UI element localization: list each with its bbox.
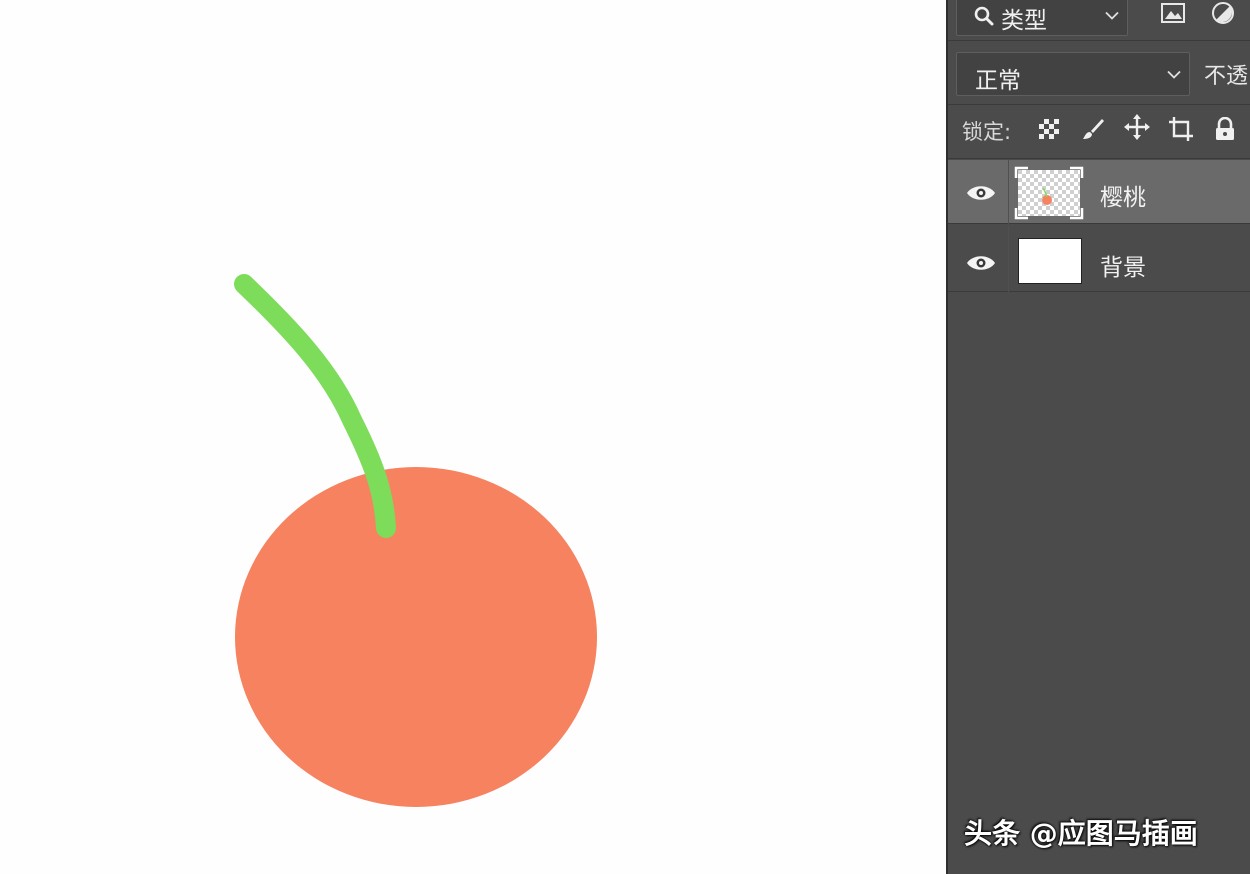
lock-image-pixels-brush-icon[interactable] (1078, 114, 1108, 144)
image-layer-filter-icon[interactable] (1158, 0, 1188, 26)
layer-thumbnail-cherry (1014, 166, 1084, 220)
blend-mode-value: 正常 (975, 68, 1021, 94)
filter-type-label: 类型 (1001, 8, 1047, 34)
layer-name-cherry[interactable]: 樱桃 (1100, 178, 1146, 212)
cherry-body (235, 467, 597, 807)
eye-visibility-icon[interactable] (964, 182, 998, 204)
layer-row-cherry[interactable]: 樱桃 (948, 160, 1250, 224)
panel-divider (948, 158, 1250, 159)
eye-visibility-icon[interactable] (964, 252, 998, 274)
lock-position-move-icon[interactable] (1122, 112, 1152, 142)
lock-label: 锁定: (962, 120, 1012, 144)
layer-row-background[interactable]: 背景 (948, 226, 1250, 292)
search-icon (973, 5, 995, 31)
lock-all-icon[interactable] (1210, 114, 1240, 144)
adjustment-layer-filter-icon[interactable] (1208, 0, 1238, 26)
lock-artboard-crop-icon[interactable] (1166, 114, 1196, 144)
layer-filter-dropdown[interactable]: 类型 (956, 0, 1128, 36)
document-canvas[interactable] (0, 0, 946, 874)
panel-divider (948, 40, 1250, 41)
layer-name-background[interactable]: 背景 (1100, 248, 1146, 282)
panel-divider (948, 104, 1250, 105)
watermark: 头条 @应图马插画 (964, 817, 1198, 850)
layer-separator (1008, 160, 1009, 224)
chevron-down-icon (1105, 6, 1119, 25)
layers-panel: 类型 正常 不透 锁定: 樱桃 背景 (946, 0, 1250, 874)
cherry-illustration (234, 274, 597, 807)
layer-thumbnail-background (1018, 238, 1082, 284)
lock-transparent-pixels-icon[interactable] (1034, 114, 1064, 144)
chevron-down-icon (1167, 65, 1181, 84)
layer-separator (1008, 226, 1009, 292)
opacity-label: 不透 (1204, 64, 1249, 89)
blend-mode-dropdown[interactable]: 正常 (956, 52, 1190, 96)
